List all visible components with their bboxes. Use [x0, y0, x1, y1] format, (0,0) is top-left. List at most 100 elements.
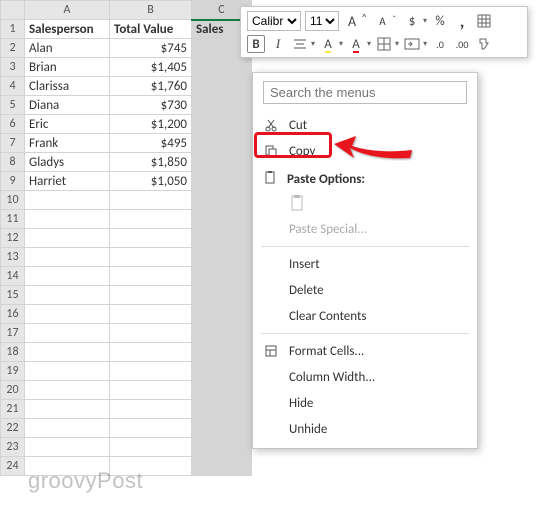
cell[interactable]: $730 [110, 96, 192, 115]
cell[interactable] [192, 267, 252, 286]
borders-icon[interactable] [375, 35, 393, 53]
font-name-select[interactable]: Calibri [247, 11, 301, 31]
cell[interactable] [25, 305, 110, 324]
cell[interactable] [25, 343, 110, 362]
cell[interactable] [110, 267, 192, 286]
cell[interactable] [192, 77, 252, 96]
row-header[interactable]: 2 [1, 39, 25, 58]
row-header[interactable]: 21 [1, 400, 25, 419]
cell[interactable] [110, 343, 192, 362]
row-header[interactable]: 23 [1, 438, 25, 457]
menu-delete[interactable]: Delete [253, 277, 477, 303]
menu-insert[interactable]: Insert [253, 251, 477, 277]
cell[interactable] [25, 267, 110, 286]
cell[interactable]: $1,760 [110, 77, 192, 96]
cell[interactable]: $1,405 [110, 58, 192, 77]
increase-font-button[interactable]: A [343, 12, 361, 30]
menu-search-input[interactable] [263, 81, 467, 104]
decrease-font-button[interactable]: A [373, 12, 391, 30]
row-header[interactable]: 5 [1, 96, 25, 115]
cell[interactable]: Eric [25, 115, 110, 134]
row-header[interactable]: 22 [1, 419, 25, 438]
cell[interactable] [25, 286, 110, 305]
cell[interactable] [25, 324, 110, 343]
cell[interactable] [25, 362, 110, 381]
cell[interactable] [192, 115, 252, 134]
row-header[interactable]: 11 [1, 210, 25, 229]
decimal-inc-icon[interactable]: .00 [453, 35, 471, 53]
cell[interactable] [25, 438, 110, 457]
cell[interactable] [25, 210, 110, 229]
font-color-button[interactable]: A [347, 35, 365, 53]
menu-clear-contents[interactable]: Clear Contents [253, 303, 477, 329]
row-header[interactable]: 9 [1, 172, 25, 191]
cell[interactable]: Total Value [110, 20, 192, 39]
cell[interactable]: Brian [25, 58, 110, 77]
cell[interactable] [192, 381, 252, 400]
format-painter-icon[interactable] [475, 35, 493, 53]
cell[interactable] [110, 229, 192, 248]
menu-paste-button[interactable] [253, 190, 477, 216]
cell[interactable] [192, 96, 252, 115]
menu-unhide[interactable]: Unhide [253, 416, 477, 442]
menu-hide[interactable]: Hide [253, 390, 477, 416]
menu-format-cells[interactable]: Format Cells... [253, 338, 477, 364]
row-header[interactable]: 19 [1, 362, 25, 381]
row-header[interactable]: 12 [1, 229, 25, 248]
row-header[interactable]: 1 [1, 20, 25, 39]
percent-button[interactable]: % [431, 12, 449, 30]
menu-copy[interactable]: Copy [253, 138, 477, 164]
column-header-a[interactable]: A [25, 1, 110, 20]
cell[interactable] [110, 400, 192, 419]
cell[interactable] [192, 172, 252, 191]
cell[interactable]: Gladys [25, 153, 110, 172]
cell[interactable] [192, 210, 252, 229]
spreadsheet-grid[interactable]: A B C 1 Salesperson Total Value Sales 2A… [0, 0, 252, 476]
cell[interactable] [25, 191, 110, 210]
cell[interactable] [110, 381, 192, 400]
row-header[interactable]: 3 [1, 58, 25, 77]
cell[interactable] [25, 381, 110, 400]
cell[interactable] [25, 229, 110, 248]
cell[interactable] [192, 248, 252, 267]
cell[interactable]: $495 [110, 134, 192, 153]
cell[interactable] [192, 362, 252, 381]
select-all-corner[interactable] [1, 1, 25, 20]
cell[interactable] [192, 286, 252, 305]
cell[interactable] [192, 343, 252, 362]
comma-style-button[interactable]: , [453, 12, 471, 30]
table-format-icon[interactable] [475, 12, 493, 30]
cell[interactable] [25, 400, 110, 419]
font-size-select[interactable]: 11 [305, 11, 339, 31]
cell[interactable] [192, 134, 252, 153]
align-icon[interactable] [291, 35, 309, 53]
decimal-dec-icon[interactable]: .0 [431, 35, 449, 53]
menu-paste-special[interactable]: Paste Special... [253, 216, 477, 242]
cell[interactable]: Frank [25, 134, 110, 153]
merge-icon[interactable] [403, 35, 421, 53]
italic-button[interactable]: I [269, 35, 287, 53]
cell[interactable] [192, 229, 252, 248]
cell[interactable]: $1,200 [110, 115, 192, 134]
row-header[interactable]: 13 [1, 248, 25, 267]
row-header[interactable]: 18 [1, 343, 25, 362]
cell[interactable] [110, 419, 192, 438]
cell[interactable]: Harriet [25, 172, 110, 191]
cell[interactable]: $745 [110, 39, 192, 58]
cell[interactable] [192, 400, 252, 419]
row-header[interactable]: 6 [1, 115, 25, 134]
menu-cut[interactable]: Cut [253, 112, 477, 138]
row-header[interactable]: 20 [1, 381, 25, 400]
row-header[interactable]: 7 [1, 134, 25, 153]
cell[interactable] [110, 305, 192, 324]
menu-column-width[interactable]: Column Width... [253, 364, 477, 390]
cell[interactable] [110, 324, 192, 343]
row-header[interactable]: 8 [1, 153, 25, 172]
cell[interactable] [192, 438, 252, 457]
cell[interactable]: Diana [25, 96, 110, 115]
row-header[interactable]: 10 [1, 191, 25, 210]
cell[interactable] [192, 419, 252, 438]
column-header-b[interactable]: B [110, 1, 192, 20]
cell[interactable] [192, 324, 252, 343]
cell[interactable] [110, 286, 192, 305]
